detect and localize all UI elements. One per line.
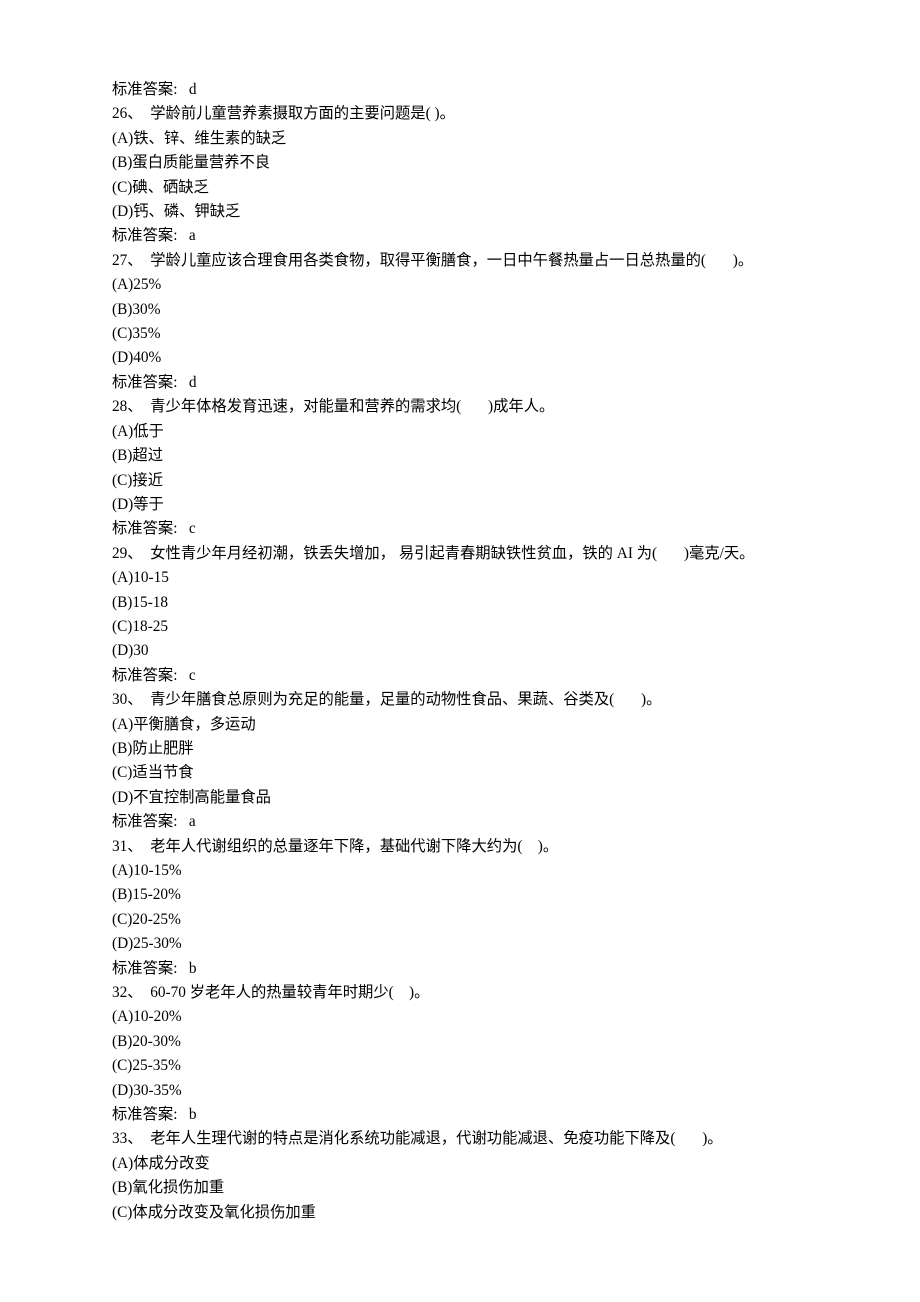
text-line: (C)20-25% <box>112 908 808 932</box>
text-line: 31、 老年人代谢组织的总量逐年下降，基础代谢下降大约为( )。 <box>112 835 808 859</box>
text-line: (C)18-25 <box>112 615 808 639</box>
text-line: (C)体成分改变及氧化损伤加重 <box>112 1201 808 1225</box>
text-line: (A)平衡膳食，多运动 <box>112 713 808 737</box>
text-line: (D)钙、磷、钾缺乏 <box>112 200 808 224</box>
text-line: (A)10-20% <box>112 1005 808 1029</box>
text-line: (C)接近 <box>112 469 808 493</box>
text-line: (C)碘、硒缺乏 <box>112 176 808 200</box>
text-line: 27、 学龄儿童应该合理食用各类食物，取得平衡膳食，一日中午餐热量占一日总热量的… <box>112 249 808 273</box>
text-line: (B)防止肥胖 <box>112 737 808 761</box>
text-line: 标准答案: c <box>112 664 808 688</box>
text-line: (B)20-30% <box>112 1030 808 1054</box>
text-line: 标准答案: a <box>112 810 808 834</box>
text-line: 29、 女性青少年月经初潮，铁丢失增加， 易引起青春期缺铁性贫血，铁的 AI 为… <box>112 542 808 566</box>
text-line: (A)25% <box>112 273 808 297</box>
text-line: (C)35% <box>112 322 808 346</box>
text-line: 33、 老年人生理代谢的特点是消化系统功能减退，代谢功能减退、免疫功能下降及( … <box>112 1127 808 1151</box>
text-line: (B)蛋白质能量营养不良 <box>112 151 808 175</box>
text-line: 标准答案: c <box>112 517 808 541</box>
text-line: (A)10-15 <box>112 566 808 590</box>
text-line: 30、 青少年膳食总原则为充足的能量，足量的动物性食品、果蔬、谷类及( )。 <box>112 688 808 712</box>
text-line: (A)低于 <box>112 420 808 444</box>
text-line: (A)铁、锌、维生素的缺乏 <box>112 127 808 151</box>
text-line: (C)25-35% <box>112 1054 808 1078</box>
text-line: (C)适当节食 <box>112 761 808 785</box>
text-line: (B)氧化损伤加重 <box>112 1176 808 1200</box>
text-line: (A)10-15% <box>112 859 808 883</box>
text-line: (B)15-20% <box>112 883 808 907</box>
text-line: (D)不宜控制高能量食品 <box>112 786 808 810</box>
text-line: 标准答案: d <box>112 78 808 102</box>
text-line: (D)30-35% <box>112 1079 808 1103</box>
text-line: 26、 学龄前儿童营养素摄取方面的主要问题是( )。 <box>112 102 808 126</box>
text-line: 标准答案: d <box>112 371 808 395</box>
text-line: 标准答案: a <box>112 224 808 248</box>
text-line: (B)15-18 <box>112 591 808 615</box>
text-line: (B)30% <box>112 298 808 322</box>
text-line: 标准答案: b <box>112 957 808 981</box>
text-line: (D)40% <box>112 346 808 370</box>
text-line: (D)30 <box>112 639 808 663</box>
text-line: (B)超过 <box>112 444 808 468</box>
text-line: (A)体成分改变 <box>112 1152 808 1176</box>
text-line: 32、 60-70 岁老年人的热量较青年时期少( )。 <box>112 981 808 1005</box>
text-line: 标准答案: b <box>112 1103 808 1127</box>
text-line: 28、 青少年体格发育迅速，对能量和营养的需求均( )成年人。 <box>112 395 808 419</box>
text-line: (D)等于 <box>112 493 808 517</box>
document-body: 标准答案: d26、 学龄前儿童营养素摄取方面的主要问题是( )。(A)铁、锌、… <box>112 78 808 1225</box>
text-line: (D)25-30% <box>112 932 808 956</box>
